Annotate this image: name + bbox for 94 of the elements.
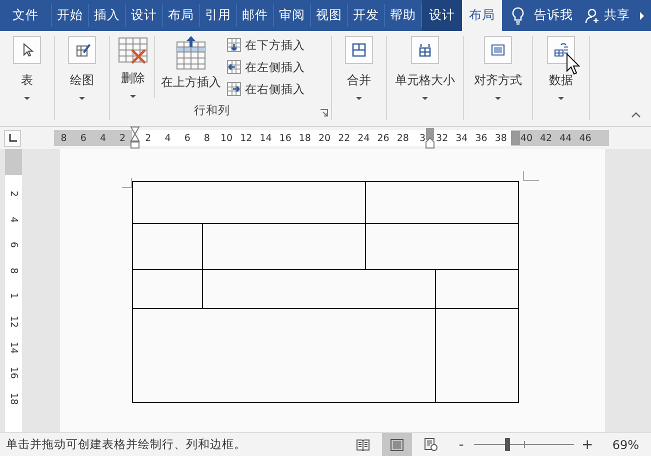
share-button[interactable]: 共享 [585,0,630,31]
crop-mark [523,171,539,181]
ruler-number: 8 [202,132,211,144]
ruler-number: 6 [7,242,20,248]
ruler-number: 2 [144,132,152,144]
ruler-margin [5,149,22,175]
ribbon-tab[interactable]: 引用 [200,4,237,27]
ruler-number: 4 [7,216,20,222]
ruler-number: 14 [258,132,273,144]
mouse-pointer-icon [566,53,580,75]
lightbulb-icon [512,6,524,24]
ruler-number: 12 [7,316,20,328]
ruler-number: 8 [7,268,20,274]
book-icon [356,438,370,450]
ruler-number: 42 [539,132,554,144]
insert-button[interactable]: 在右侧插入 [227,80,305,98]
web-page-icon [424,438,438,451]
select-button[interactable]: 表 [11,36,43,110]
ruler-number: 38 [494,132,508,144]
ruler-number: 22 [337,132,352,144]
person-add-icon [585,8,601,24]
ruler-number: 8 [60,132,68,144]
ruler-number: 18 [7,392,20,405]
ribbon-tab[interactable]: 审阅 [274,4,311,27]
ribbon-tab[interactable]: 视图 [311,4,348,27]
ribbon-tab[interactable]: 布局 [163,4,200,27]
ruler-number: 40 [519,132,534,144]
ruler-number: 44 [558,132,573,144]
collapse-icon[interactable] [631,112,641,118]
ruler-number: 16 [278,132,292,144]
column-marker-icon[interactable] [425,127,436,149]
page-lines-icon [390,438,404,450]
text-lines-icon [484,36,512,64]
ribbon-tab[interactable]: 开发 [348,4,385,27]
zoom-level[interactable]: 69% [612,438,639,452]
status-text: 单击并拖动可创建表格并绘制行、列和边框。 [6,437,246,452]
ribbon-tab[interactable]: 邮件 [237,4,274,27]
crop-mark [122,178,132,188]
zoom-slider-thumb[interactable] [505,438,510,451]
ruler-number: 46 [578,132,592,144]
ruler-number: 6 [183,132,192,144]
ruler-number: 1 [7,293,20,300]
table-insert-icon [176,36,206,70]
left-tab-icon [8,134,16,142]
ruler-number: 32 [435,132,450,144]
scroll-right-icon[interactable] [638,10,646,22]
tell-me-field[interactable]: 告诉我 [534,7,573,24]
ruler-number: 36 [474,132,488,144]
ruler-number: 2 [7,190,20,197]
ribbon-tab[interactable]: 布局 [462,0,502,31]
group-label: 行和列 [194,103,230,118]
indent-marker-icon[interactable] [130,126,140,150]
insert-button[interactable]: 在左侧插入 [227,58,305,76]
merge-cells-icon [345,36,373,64]
ruler-number: 34 [454,132,469,144]
ruler-number: 26 [376,132,390,144]
ruler-number: 24 [356,132,371,144]
cell-size-icon [411,36,439,64]
ruler-number: 28 [396,132,410,144]
ruler-number: 20 [317,132,332,144]
zoom-out-button[interactable]: - [454,436,468,452]
table-formula-icon [547,36,575,64]
table-insert-icon [227,60,241,74]
ruler-number: 10 [220,132,234,144]
ruler-number: 12 [239,132,254,144]
ruler-number: 4 [164,132,172,144]
view-mode-button[interactable] [382,432,412,456]
zoom-in-button[interactable]: + [580,436,594,452]
ruler-number: 2 [118,132,127,144]
cell-size-button[interactable]: 单元格大小 [393,36,457,110]
ribbon-tab[interactable]: 开始 [52,4,89,27]
insert-button[interactable]: 在下方插入 [227,36,305,54]
ruler-number: 6 [79,132,88,144]
ruler-number: 14 [7,341,20,354]
ruler-number: 16 [7,366,20,379]
ribbon-tab[interactable]: 文件 [0,4,52,27]
table-delete-icon [118,36,148,66]
ribbon-tab[interactable]: 设计 [422,0,462,31]
ribbon-tab[interactable]: 插入 [89,4,126,27]
pointer-icon [13,36,41,64]
table-insert-icon [227,82,241,96]
zoom-slider[interactable] [474,438,574,451]
draw-button[interactable]: 绘图 [66,36,98,110]
pencil-table-icon [68,36,96,64]
tab-selector-button[interactable] [4,130,21,146]
ruler-number: 4 [98,132,107,144]
ruler-number: 18 [298,132,312,144]
table-insert-icon [227,38,241,52]
delete-button[interactable]: 删除 [116,36,150,110]
dialog-launcher-icon[interactable] [320,109,328,117]
alignment-button[interactable]: 对齐方式 [472,36,524,110]
merge-button[interactable]: 合并 [343,36,375,110]
ribbon-tab[interactable]: 设计 [126,4,163,27]
ruler-number: 3 [418,132,426,144]
